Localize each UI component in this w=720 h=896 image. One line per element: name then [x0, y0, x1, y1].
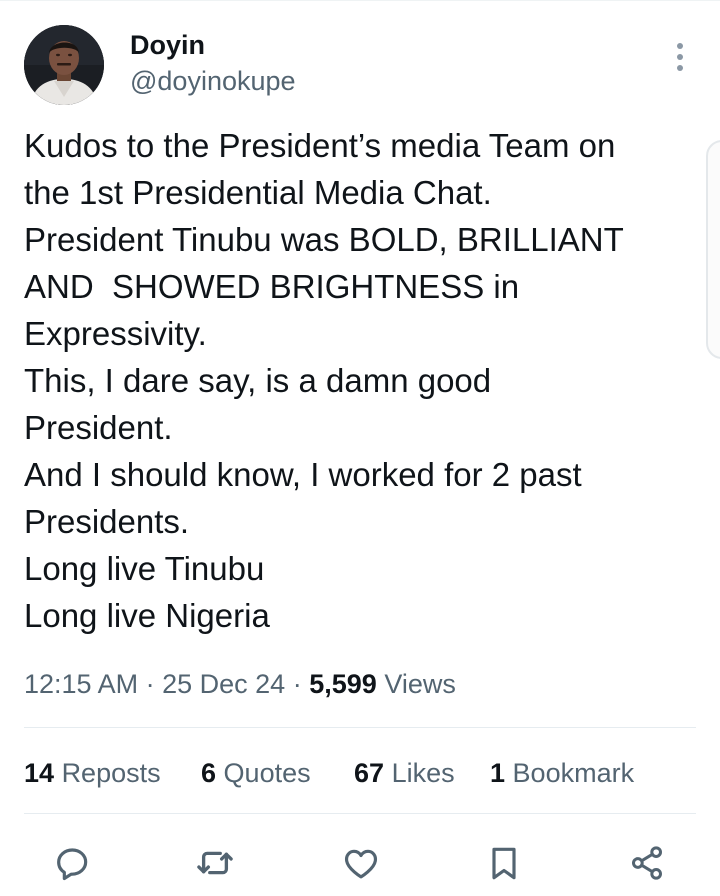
dot	[677, 54, 683, 60]
reposts-label: Reposts	[61, 758, 161, 788]
speech-bubble-icon	[57, 848, 88, 881]
share-nodes-icon	[632, 846, 662, 880]
tweet-time[interactable]: 12:15 AM	[24, 669, 138, 699]
tweet-line: This, I dare say, is a damn good	[24, 362, 492, 399]
views-count: 5,599	[309, 669, 377, 699]
quotes-count: 6	[201, 758, 217, 788]
tweet-meta: 12:15 AM · 25 Dec 24 · 5,599 Views	[24, 664, 456, 704]
quotes-label: Quotes	[223, 758, 311, 788]
tweet-text: Kudos to the President’s media Team on t…	[24, 122, 700, 639]
meta-separator: ·	[292, 669, 302, 699]
quotes-stat[interactable]: 6 Quotes	[201, 753, 311, 793]
avatar-photo	[24, 25, 104, 105]
views-label: Views	[384, 669, 456, 699]
reposts-stat[interactable]: 14 Reposts	[24, 753, 161, 793]
top-divider	[0, 0, 720, 1]
bookmarks-label: Bookmark	[512, 758, 635, 788]
reposts-count: 14	[24, 758, 55, 788]
likes-label: Likes	[391, 758, 455, 788]
tweet-line: President Tinubu was BOLD, BRILLIANT	[24, 221, 624, 258]
tweet-line: And I should know, I worked for 2 past	[24, 456, 582, 493]
author-display-name[interactable]: Doyin	[130, 28, 205, 62]
tweet-line: the 1st Presidential Media Chat.	[24, 174, 492, 211]
scroll-handle[interactable]	[706, 140, 720, 359]
tweet-line: Presidents.	[24, 503, 190, 540]
bookmarks-count: 1	[490, 758, 506, 788]
bookmarks-stat[interactable]: 1 Bookmark	[490, 753, 634, 793]
bookmark-button[interactable]	[483, 842, 525, 884]
share-button[interactable]	[626, 842, 668, 884]
repost-arrows-icon	[197, 851, 233, 875]
divider	[24, 813, 696, 814]
meta-separator: ·	[145, 669, 155, 699]
likes-count: 67	[354, 758, 385, 788]
more-options-icon[interactable]	[664, 40, 696, 74]
dot	[677, 65, 683, 71]
dot	[677, 43, 683, 49]
reply-button[interactable]	[51, 842, 93, 884]
tweet-line: Expressivity.	[24, 315, 207, 352]
author-handle[interactable]: @doyinokupe	[130, 64, 296, 98]
tweet-date[interactable]: 25 Dec 24	[162, 669, 285, 699]
repost-button[interactable]	[194, 842, 236, 884]
heart-icon	[344, 849, 378, 879]
bookmark-icon	[492, 847, 516, 880]
likes-stat[interactable]: 67 Likes	[354, 753, 455, 793]
like-button[interactable]	[340, 842, 382, 884]
tweet-line: Long live Tinubu	[24, 550, 265, 587]
tweet-line: Long live Nigeria	[24, 597, 270, 634]
tweet-line: AND SHOWED BRIGHTNESS in	[24, 268, 520, 305]
tweet-detail-view: Doyin @doyinokupe Kudos to the President…	[0, 0, 720, 896]
tweet-line: Kudos to the President’s media Team on	[24, 127, 616, 164]
tweet-line: President.	[24, 409, 173, 446]
author-avatar[interactable]	[24, 25, 104, 105]
divider	[24, 727, 696, 728]
